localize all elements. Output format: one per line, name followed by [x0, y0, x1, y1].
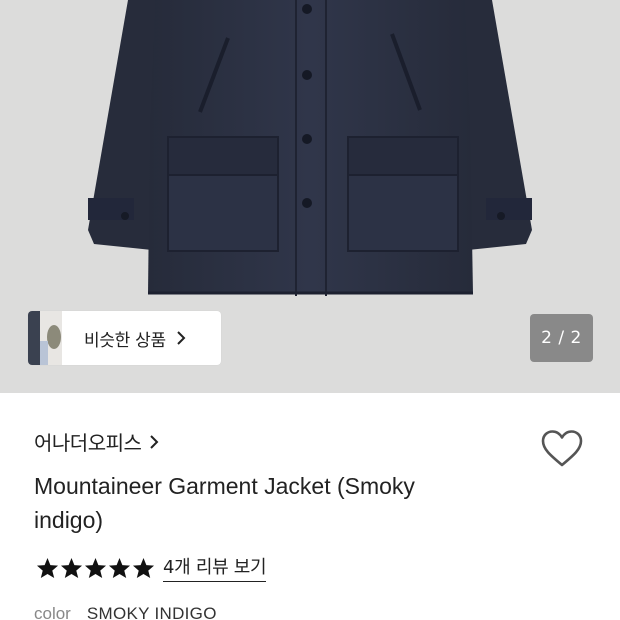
product-title: Mountaineer Garment Jacket (Smoky indigo…	[34, 473, 415, 533]
brand-link[interactable]: 어나더오피스	[34, 427, 159, 456]
star-icon	[132, 557, 155, 578]
brand-name: 어나더오피스	[34, 431, 142, 455]
star-icon	[84, 557, 107, 578]
rating-stars	[36, 557, 155, 579]
reviews-link[interactable]: 4개 리뷰 보기	[163, 553, 267, 582]
star-icon	[36, 557, 59, 578]
similar-products-button[interactable]: 비슷한 상품	[28, 311, 221, 365]
wishlist-button[interactable]	[540, 429, 584, 469]
color-value: SMOKY INDIGO	[86, 604, 217, 620]
product-image-gallery[interactable]: 비슷한 상품 2 / 2	[0, 0, 620, 393]
heart-outline-icon	[541, 430, 583, 467]
star-icon	[108, 557, 131, 578]
chevron-right-icon	[176, 330, 186, 346]
image-page-indicator: 2 / 2	[530, 314, 593, 362]
similar-product-thumbnail	[28, 311, 62, 365]
similar-products-label: 비슷한 상품	[84, 330, 166, 351]
color-option: color SMOKY INDIGO	[34, 604, 217, 620]
rating-row: 4개 리뷰 보기	[36, 553, 267, 582]
product-info: 어나더오피스 Mountaineer Garment Jacket (Smoky…	[0, 393, 620, 620]
chevron-right-icon	[149, 434, 159, 450]
star-icon	[60, 557, 83, 578]
color-label: color	[34, 604, 71, 620]
